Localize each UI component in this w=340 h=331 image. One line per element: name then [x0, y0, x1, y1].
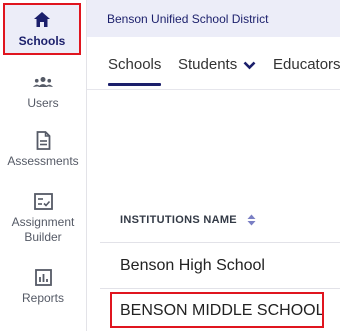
tab-label: Students	[178, 56, 238, 73]
chevron-down-icon	[243, 57, 256, 74]
users-icon	[33, 72, 53, 92]
column-header-label: INSTITUTIONS NAME	[120, 214, 237, 226]
column-header-institution-name: INSTITUTIONS NAME	[120, 214, 256, 226]
row-divider	[100, 242, 340, 243]
district-header: Benson Unified School District	[87, 0, 340, 37]
tab-students[interactable]: Students	[178, 56, 256, 74]
home-icon	[32, 10, 52, 30]
checklist-icon	[33, 191, 53, 211]
document-icon	[33, 130, 53, 150]
row-divider	[100, 288, 340, 289]
tab-schools[interactable]: Schools	[108, 56, 162, 86]
sidebar-item-label: Assignment Builder	[11, 215, 75, 244]
sidebar-item-schools[interactable]: Schools	[3, 3, 81, 55]
sidebar: Schools Users Assessments Assignment Bui…	[0, 0, 87, 331]
table-row[interactable]: Benson High School	[120, 257, 265, 275]
sidebar-item-label: Schools	[18, 33, 66, 48]
sidebar-item-assignment-builder[interactable]: Assignment Builder	[0, 191, 86, 245]
sidebar-item-assessments[interactable]: Assessments	[0, 130, 86, 169]
district-name: Benson Unified School District	[107, 11, 269, 26]
sidebar-item-reports[interactable]: Reports	[0, 267, 86, 306]
sort-icon[interactable]	[247, 214, 256, 226]
sidebar-item-label: Reports	[21, 291, 65, 305]
sidebar-item-users[interactable]: Users	[0, 72, 86, 111]
sidebar-item-label: Users	[27, 96, 59, 110]
bar-chart-icon	[33, 267, 53, 287]
sidebar-item-label: Assessments	[7, 154, 79, 168]
row-highlight-box	[110, 292, 324, 328]
tab-educators[interactable]: Educators	[273, 56, 340, 73]
tab-bar: Schools Students Educators	[87, 37, 340, 90]
